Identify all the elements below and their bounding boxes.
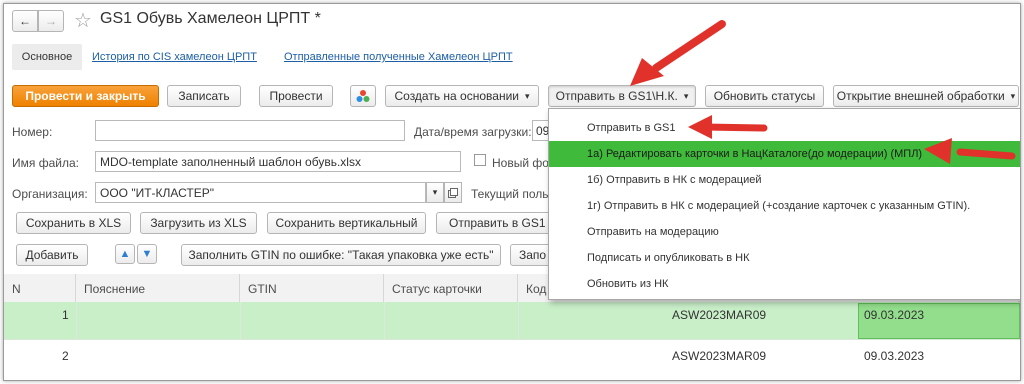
annotation-arrowhead-send-gs1 <box>688 115 712 139</box>
annotation-arrows <box>630 20 1016 164</box>
annotation-arrow-send-gs1 <box>700 123 768 132</box>
annotation-arrowhead-edit-cards <box>924 138 952 164</box>
annotation-arrow-toolbar <box>652 20 726 72</box>
annotation-arrow-edit-cards <box>956 148 1016 160</box>
document-window: ← → ☆ GS1 Обувь Хамелеон ЦРПТ * Основное… <box>3 3 1021 381</box>
